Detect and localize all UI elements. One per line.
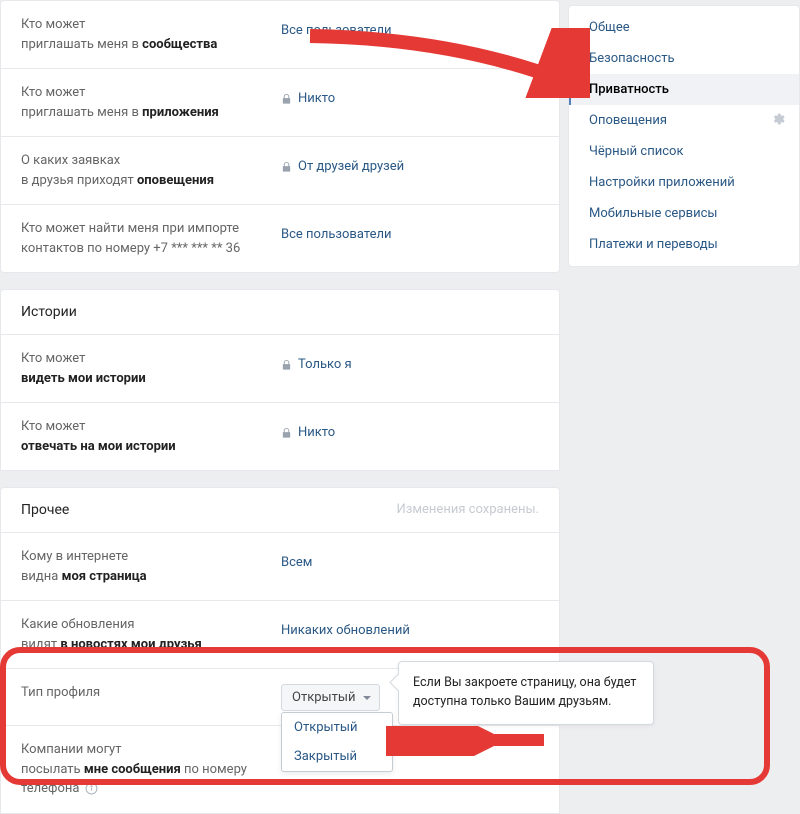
- row-label: Кто может найти меня при импортеконтакто…: [21, 219, 281, 258]
- stories-row: Кто можетвидеть мои истории Только я: [1, 335, 559, 402]
- row-value-link[interactable]: Только я: [281, 349, 352, 372]
- stories-row: Кто можетотвечать на мои истории Никто: [1, 402, 559, 470]
- sidebar-item-5[interactable]: Настройки приложений: [569, 167, 799, 198]
- sidebar-item-0[interactable]: Общее: [569, 12, 799, 43]
- sidebar-item-2[interactable]: Приватность: [569, 74, 799, 105]
- section-header-other: Прочее Изменения сохранены.: [0, 487, 560, 533]
- row-label: Кто можетотвечать на мои истории: [21, 417, 281, 456]
- section-header-stories: Истории: [0, 289, 560, 335]
- gear-icon[interactable]: [770, 111, 785, 130]
- lock-icon: [281, 359, 292, 371]
- profile-type-dropdown-menu: Открытый Закрытый: [281, 712, 393, 772]
- lock-icon: [281, 161, 292, 173]
- stories-block: Кто можетвидеть мои истории Только я Кто…: [0, 335, 560, 471]
- row-value-link[interactable]: Все пользователи: [281, 219, 392, 242]
- row-label: Кто можетвидеть мои истории: [21, 349, 281, 388]
- lock-icon: [281, 427, 292, 439]
- dropdown-option-closed[interactable]: Закрытый: [282, 742, 392, 771]
- settings-sidebar: ОбщееБезопасностьПриватностьОповещенияЧё…: [568, 5, 800, 267]
- row-label: Какие обновлениявидят в новостях мои дру…: [21, 615, 281, 654]
- other-row: Кому в интернетевидна моя страница Всем: [1, 533, 559, 600]
- row-label: О каких заявкахв друзья приходят оповеще…: [21, 151, 281, 190]
- sidebar-item-7[interactable]: Платежи и переводы: [569, 229, 799, 260]
- row-label: Кто можетприглашать меня в приложения: [21, 83, 281, 122]
- row-value: Открытый Открытый Закрытый: [281, 683, 380, 711]
- row-value-link[interactable]: Никаких обновлений: [281, 615, 410, 638]
- info-icon: [85, 782, 98, 795]
- privacy-row: Кто можетприглашать меня в приложения Ни…: [1, 68, 559, 136]
- other-row: Какие обновлениявидят в новостях мои дру…: [1, 600, 559, 668]
- section-title: Прочее: [21, 502, 69, 518]
- sidebar-item-4[interactable]: Чёрный список: [569, 136, 799, 167]
- section-title: Истории: [21, 304, 77, 320]
- profile-type-dropdown-button[interactable]: Открытый: [281, 684, 380, 711]
- sidebar-item-3[interactable]: Оповещения: [569, 105, 799, 136]
- row-value-link[interactable]: Все пользователи: [281, 15, 392, 38]
- sidebar-item-6[interactable]: Мобильные сервисы: [569, 198, 799, 229]
- row-companies-messages: Компании могут посылать мне сообщения по…: [1, 725, 559, 813]
- save-status: Изменения сохранены.: [397, 502, 539, 518]
- sidebar-item-1[interactable]: Безопасность: [569, 43, 799, 74]
- row-value-link[interactable]: Никто: [281, 83, 335, 106]
- row-value-link[interactable]: От друзей друзей: [281, 151, 404, 174]
- dropdown-option-open[interactable]: Открытый: [282, 713, 392, 742]
- privacy-row: Кто может найти меня при импортеконтакто…: [1, 204, 559, 272]
- profile-type-tooltip: Если Вы закроете страницу, она будет дос…: [398, 661, 654, 725]
- row-value-link[interactable]: Никто: [281, 417, 335, 440]
- privacy-row: Кто можетприглашать меня в сообщества Вс…: [1, 1, 559, 68]
- row-label: Тип профиля: [21, 683, 281, 703]
- row-label: Кто можетприглашать меня в сообщества: [21, 15, 281, 54]
- row-value-link[interactable]: Всем: [281, 547, 312, 570]
- privacy-row: О каких заявкахв друзья приходят оповеще…: [1, 136, 559, 204]
- row-label: Кому в интернетевидна моя страница: [21, 547, 281, 586]
- privacy-top-block: Кто можетприглашать меня в сообщества Вс…: [0, 0, 560, 273]
- lock-icon: [281, 93, 292, 105]
- row-label: Компании могут посылать мне сообщения по…: [21, 740, 281, 799]
